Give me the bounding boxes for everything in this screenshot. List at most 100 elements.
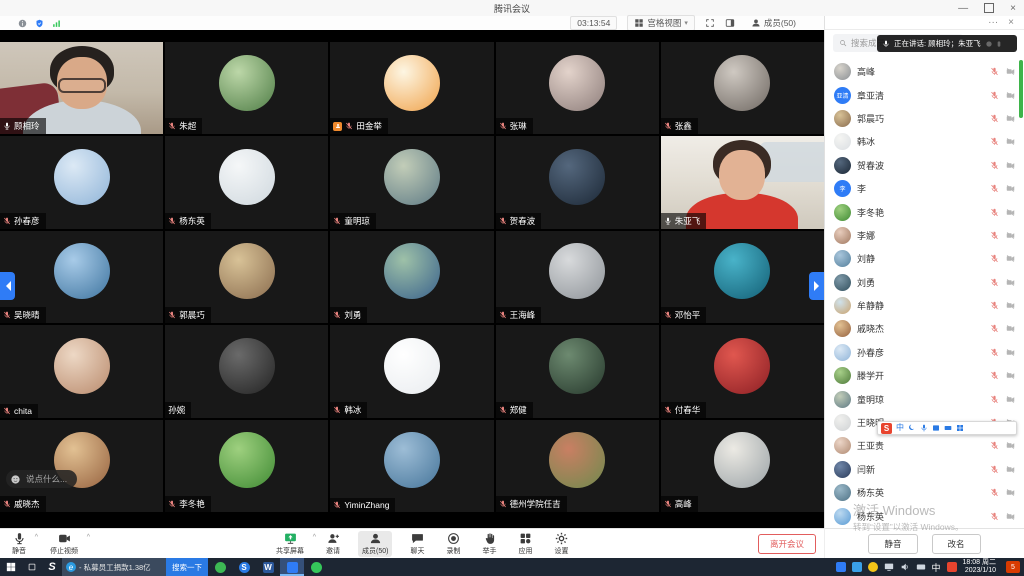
taskbar-app-sogou-browser[interactable]: S xyxy=(232,558,256,576)
toolbar-camera[interactable]: 停止视频^ xyxy=(46,531,82,557)
video-tile[interactable]: 田金举 xyxy=(330,42,493,134)
member-row[interactable]: 童明琼 xyxy=(825,387,1024,410)
member-row[interactable]: 李冬艳 xyxy=(825,200,1024,223)
video-tile[interactable]: 顾相玲 xyxy=(0,42,163,134)
minimize-icon[interactable]: — xyxy=(958,3,968,14)
leave-meeting-button[interactable]: 离开会议 xyxy=(758,534,816,554)
ime-toolbar[interactable]: S 中 xyxy=(877,421,1017,435)
video-tile[interactable]: 张琳 xyxy=(496,42,659,134)
task-view-button[interactable] xyxy=(22,558,42,576)
more-options-icon[interactable]: ··· xyxy=(988,17,998,28)
video-tile[interactable]: 郭晨巧 xyxy=(165,231,328,323)
video-tile[interactable]: 杨东英 xyxy=(165,136,328,228)
sogou-taskbar-icon[interactable]: S xyxy=(42,558,62,576)
app-yellow-tray-icon[interactable] xyxy=(868,562,878,572)
video-tile[interactable]: 邓怡平 xyxy=(661,231,824,323)
ime-language-indicator[interactable]: 中 xyxy=(932,561,941,574)
taskbar-app-browser-360[interactable] xyxy=(208,558,232,576)
video-tile[interactable]: 孙婉 xyxy=(165,325,328,417)
video-tile[interactable]: 刘勇 xyxy=(330,231,493,323)
sogou-tray-icon[interactable] xyxy=(947,562,957,572)
view-mode-selector[interactable]: 宫格视图 ▾ xyxy=(627,15,695,31)
video-tile[interactable]: 吴晓晴 xyxy=(0,231,163,323)
members-toggle[interactable]: 成员(50) xyxy=(745,16,802,30)
chevron-up-icon[interactable]: ^ xyxy=(87,534,90,541)
video-tile[interactable]: 童明琼 xyxy=(330,136,493,228)
member-row[interactable]: 滕学开 xyxy=(825,364,1024,387)
volume-tray-icon[interactable] xyxy=(900,562,910,572)
close-panel-icon[interactable]: × xyxy=(1008,17,1014,28)
network-signal-icon[interactable] xyxy=(52,19,61,28)
taskbar-search-box[interactable]: e - 私募员工捐款1.38亿 搜索一下 xyxy=(62,558,208,576)
toolbar-members[interactable]: 成员(50) xyxy=(358,531,392,557)
video-tile[interactable]: 韩冰 xyxy=(330,325,493,417)
ime-moon-icon[interactable] xyxy=(908,424,916,432)
video-tile[interactable]: 张鑫 xyxy=(661,42,824,134)
video-tile[interactable]: 王海峰 xyxy=(496,231,659,323)
toolbar-mic[interactable]: 静音^ xyxy=(8,531,30,557)
close-icon[interactable]: × xyxy=(1010,3,1016,14)
member-row[interactable]: 李李 xyxy=(825,177,1024,200)
toolbar-apps[interactable]: 应用 xyxy=(514,531,536,557)
fullscreen-icon[interactable] xyxy=(705,18,715,28)
member-row[interactable]: 王亚贵 xyxy=(825,434,1024,457)
taskbar-app-tencent-meeting[interactable] xyxy=(280,558,304,576)
video-tile[interactable]: 郑健 xyxy=(496,325,659,417)
video-tile[interactable]: 朱亚飞 xyxy=(661,136,824,228)
info-icon[interactable] xyxy=(18,19,27,28)
video-tile[interactable]: 德州学院任吉 xyxy=(496,420,659,512)
member-row[interactable]: 刘勇 xyxy=(825,271,1024,294)
ime-keyboard-icon[interactable] xyxy=(944,424,952,432)
member-row[interactable]: 戚晓杰 xyxy=(825,317,1024,340)
keyboard-tray-icon[interactable] xyxy=(916,562,926,572)
video-tile[interactable]: 李冬艳 xyxy=(165,420,328,512)
ime-mode-indicator[interactable]: 中 xyxy=(896,424,904,432)
maximize-icon[interactable] xyxy=(984,3,994,13)
member-row[interactable]: 闫新 xyxy=(825,458,1024,481)
toolbar-raise-hand[interactable]: 举手 xyxy=(478,531,500,557)
quick-chat-bubble[interactable]: 说点什么... xyxy=(6,470,77,488)
taskbar-app-wechat[interactable] xyxy=(304,558,328,576)
member-row[interactable]: 韩冰 xyxy=(825,130,1024,153)
start-button[interactable] xyxy=(0,558,22,576)
network-tray-icon[interactable] xyxy=(884,562,894,572)
member-row[interactable]: 刘静 xyxy=(825,247,1024,270)
member-row[interactable]: 李娜 xyxy=(825,224,1024,247)
member-row[interactable]: 孙春彦 xyxy=(825,341,1024,364)
ime-tools-icon[interactable] xyxy=(956,424,964,432)
video-tile[interactable]: 孙春彦 xyxy=(0,136,163,228)
video-tile[interactable]: 朱超 xyxy=(165,42,328,134)
video-tile[interactable]: chita xyxy=(0,325,163,417)
toolbar-share-screen[interactable]: 共享屏幕^ xyxy=(272,531,308,557)
chevron-up-icon[interactable]: ^ xyxy=(313,534,316,541)
toolbar-record[interactable]: 录制 xyxy=(442,531,464,557)
meeting-mini-tray-icon[interactable] xyxy=(836,562,846,572)
ime-mic-icon[interactable] xyxy=(920,424,928,432)
mute-member-button[interactable]: 静音 xyxy=(868,534,917,554)
video-tile[interactable]: 戚晓杰 xyxy=(0,420,163,512)
prev-page-arrow[interactable] xyxy=(0,272,15,300)
notification-badge[interactable]: 5 xyxy=(1006,561,1020,573)
member-row[interactable]: 高峰 xyxy=(825,60,1024,83)
ime-emoji-icon[interactable] xyxy=(932,424,940,432)
taskbar-app-word[interactable]: W xyxy=(256,558,280,576)
video-tile[interactable]: YiminZhang xyxy=(330,420,493,512)
app-blue-tray-icon[interactable] xyxy=(852,562,862,572)
video-tile[interactable]: 贺春波 xyxy=(496,136,659,228)
toolbar-settings[interactable]: 设置 xyxy=(550,531,572,557)
chevron-up-icon[interactable]: ^ xyxy=(35,534,38,541)
member-row[interactable]: 亚清章亚清 xyxy=(825,83,1024,106)
video-tile[interactable]: 付春华 xyxy=(661,325,824,417)
rename-member-button[interactable]: 改名 xyxy=(932,534,981,554)
security-shield-icon[interactable] xyxy=(35,19,44,28)
next-page-arrow[interactable] xyxy=(809,272,824,300)
toolbar-chat[interactable]: 聊天 xyxy=(406,531,428,557)
taskbar-search-button[interactable]: 搜索一下 xyxy=(166,558,208,576)
side-panel-toggle-icon[interactable] xyxy=(725,18,735,28)
member-row[interactable]: 郭晨巧 xyxy=(825,107,1024,130)
member-row[interactable]: 牟静静 xyxy=(825,294,1024,317)
toolbar-invite[interactable]: 邀请 xyxy=(322,531,344,557)
taskbar-clock[interactable]: 18:08 周二 2023/1/10 xyxy=(963,559,996,576)
member-row[interactable]: 贺春波 xyxy=(825,154,1024,177)
video-tile[interactable]: 高峰 xyxy=(661,420,824,512)
